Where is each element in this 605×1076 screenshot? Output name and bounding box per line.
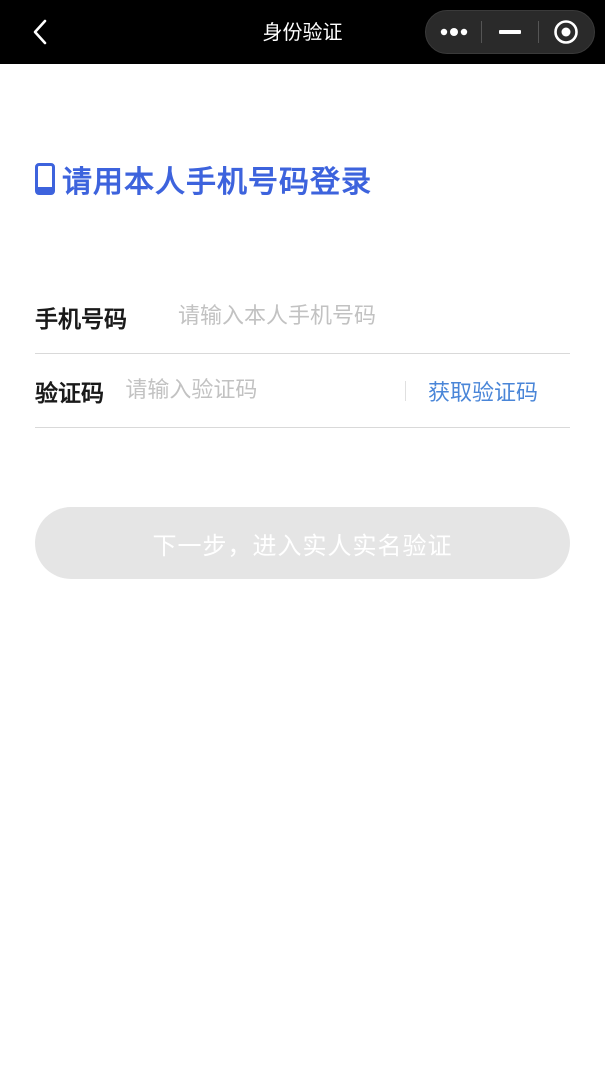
phone-input[interactable] [178,296,570,337]
login-title-text: 请用本人手机号码登录 [62,165,372,200]
code-divider [405,380,406,401]
more-button[interactable] [426,11,481,53]
code-row: 验证码 获取验证码 [35,354,570,428]
target-circle-icon [554,20,579,44]
code-input[interactable] [125,370,400,411]
minimize-button[interactable] [482,11,537,53]
chevron-left-icon [33,19,47,45]
back-button[interactable] [22,14,58,50]
phone-label: 手机号码 [35,306,127,333]
mini-program-capsule [425,10,595,54]
code-label: 验证码 [35,380,104,407]
top-nav-bar: 身份验证 [0,0,605,64]
minimize-icon [498,30,521,34]
close-button[interactable] [539,11,594,53]
phone-row: 手机号码 [35,280,570,354]
login-heading: 请用本人手机号码登录 [34,156,372,202]
phone-icon [34,161,56,197]
identity-verification-page: 身份验证 请用本人手机号码登录 手机号码 请输入本人手机号码 验证码 请输入验证… [0,0,605,1076]
more-dots-icon [440,28,467,36]
get-code-button[interactable]: 获取验证码 [428,375,570,407]
next-step-button[interactable]: 下一步，进入实人实名验证 [35,507,570,579]
